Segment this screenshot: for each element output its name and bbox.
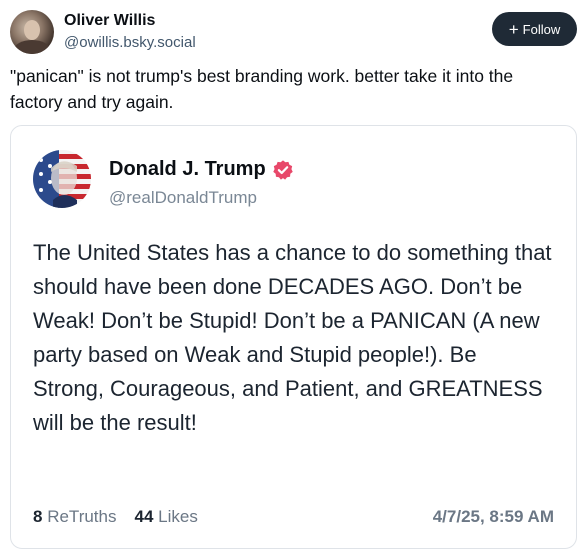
embedded-author-avatar[interactable] [33, 150, 91, 208]
author-name[interactable]: Oliver Willis [64, 12, 155, 30]
likes-label: Likes [158, 507, 198, 526]
embedded-author-name[interactable]: Donald J. Trump [109, 158, 266, 181]
post-text: "panican" is not trump's best branding w… [10, 66, 514, 112]
plus-icon: + [508, 19, 519, 39]
follow-button-label: Follow [522, 21, 561, 37]
embedded-post-footer: 8 ReTruths 44 Likes 4/7/25, 8:59 AM [33, 505, 554, 529]
post-header: Oliver Willis @owillis.bsky.social + Fol… [10, 10, 577, 60]
embedded-author-name-row: Donald J. Trump [109, 158, 294, 181]
retruths-stat[interactable]: 8 ReTruths [33, 507, 116, 527]
avatar-face [24, 20, 40, 40]
embedded-author-handle[interactable]: @realDonaldTrump [109, 188, 257, 208]
author-handle[interactable]: @owillis.bsky.social [64, 34, 196, 51]
follow-button[interactable]: + Follow [492, 12, 577, 46]
verified-badge-icon [272, 159, 294, 181]
likes-count: 44 [134, 507, 154, 526]
flag-portrait-icon [33, 150, 91, 208]
avatar-shoulder [14, 40, 50, 54]
likes-stat[interactable]: 44 Likes [134, 507, 197, 527]
retruths-count: 8 [33, 507, 43, 526]
author-avatar[interactable] [10, 10, 54, 54]
embedded-post-card[interactable]: Donald J. Trump @realDonaldTrump The Uni… [10, 125, 577, 549]
retruths-label: ReTruths [47, 507, 117, 526]
embedded-post-text: The United States has a chance to do som… [33, 240, 552, 435]
embedded-post-timestamp[interactable]: 4/7/25, 8:59 AM [433, 507, 554, 527]
